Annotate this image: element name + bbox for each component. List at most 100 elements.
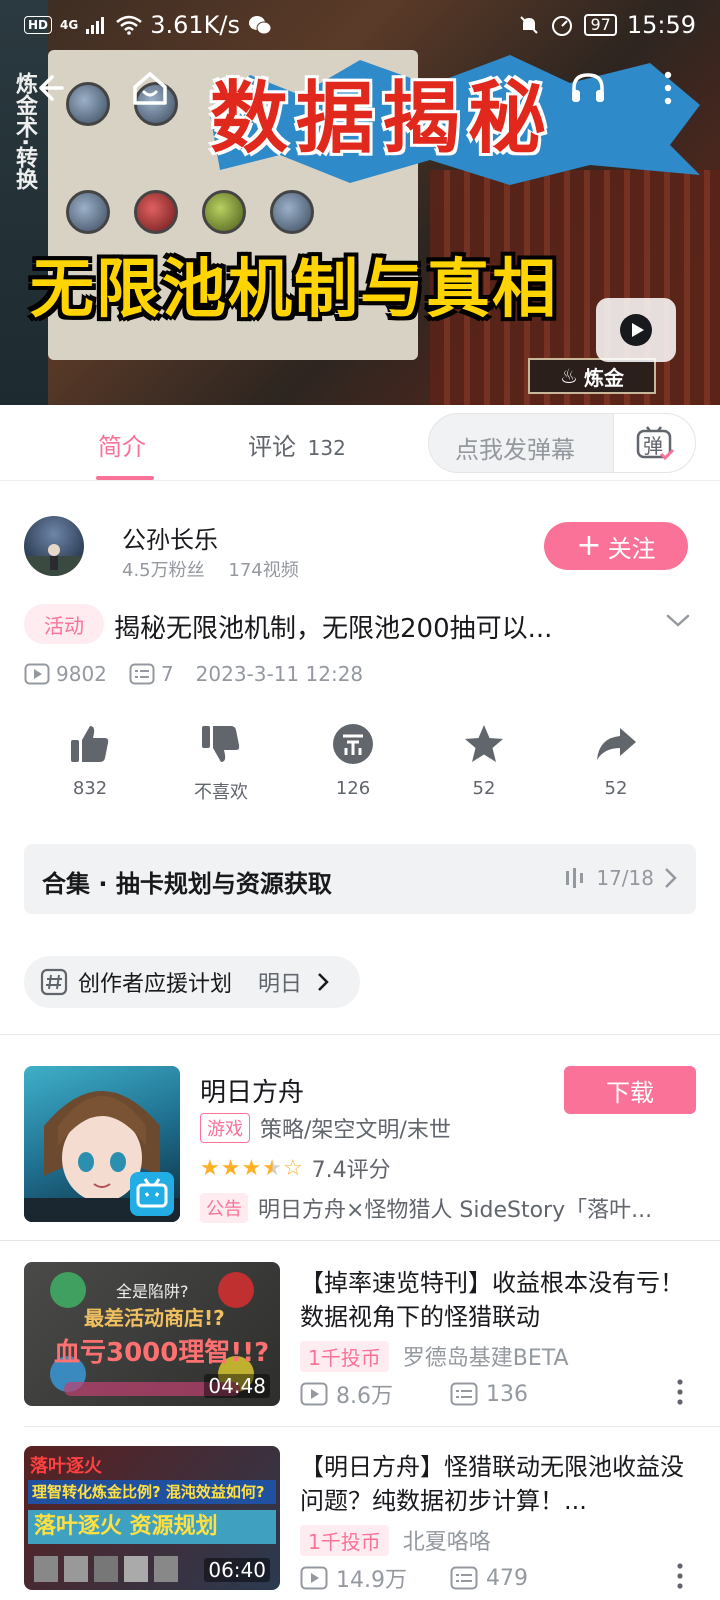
tab-intro[interactable]: 简介 — [98, 427, 146, 462]
home-icon[interactable] — [128, 66, 172, 110]
related-video-up: 罗德岛基建BETA — [402, 1346, 569, 1371]
download-button[interactable]: 下载 — [564, 1066, 696, 1114]
related-video-stats: 14.9万 479 — [300, 1562, 600, 1594]
game-rating-line: ★★★★☆ 7.4评分 — [200, 1152, 391, 1184]
play-count: 9802 — [56, 662, 107, 686]
play-button[interactable] — [596, 298, 676, 362]
danmaku-input[interactable]: 点我发弹幕 弹 — [428, 413, 696, 473]
activity-tag[interactable]: 活动 — [24, 604, 104, 644]
more-menu-icon[interactable] — [646, 66, 690, 110]
collection-bar[interactable]: 合集 · 抽卡规划与资源获取 17/18 — [24, 844, 696, 914]
follow-button[interactable]: + 关注 — [544, 522, 688, 570]
star-half-icon: ★ — [262, 1155, 283, 1181]
like-button[interactable]: 832 — [40, 722, 140, 799]
share-button[interactable]: 52 — [566, 722, 666, 799]
network-type: 4G — [60, 18, 79, 32]
mute-icon — [520, 16, 539, 34]
cover-alchemy-button: ♨ 炼金 — [528, 358, 656, 394]
danmaku-count-icon — [450, 1566, 478, 1590]
cover-item-slot — [202, 190, 246, 234]
speedometer-icon — [552, 16, 573, 36]
star-icon — [465, 725, 503, 762]
tab-comments-count: 132 — [307, 436, 346, 460]
back-arrow-icon[interactable] — [32, 66, 76, 110]
hd-badge: HD — [24, 16, 53, 34]
network-speed: 3.61K/s — [150, 11, 240, 39]
game-notice: 明日方舟×怪物猎人 SideStory「落叶... — [258, 1198, 653, 1223]
coin-button[interactable]: 126 — [303, 722, 403, 799]
related-video-stats: 8.6万 136 — [300, 1378, 600, 1410]
cover-item-slot — [66, 190, 110, 234]
thumb-line2: 理智转化炼金比例? 混沌效益如何? — [28, 1480, 276, 1504]
cover-side-strip: 炼金术·转换 — [0, 0, 48, 405]
related-video-up-line: 1千投币 罗德岛基建BETA — [300, 1340, 569, 1372]
star-icon: ★ — [200, 1155, 221, 1181]
cover-item-slot — [134, 190, 178, 234]
headphones-icon[interactable] — [566, 66, 610, 110]
thumb-line3: 血亏3000理智!!? — [54, 1338, 270, 1368]
game-cover[interactable] — [24, 1066, 180, 1222]
coin-icon — [333, 724, 373, 764]
danmaku-count: 7 — [160, 662, 174, 686]
related-play-count: 14.9万 — [336, 1568, 407, 1593]
favorite-button[interactable]: 52 — [434, 722, 534, 799]
game-category-tag: 游戏 — [200, 1113, 250, 1143]
game-rating: 7.4评分 — [311, 1158, 391, 1183]
star-icon: ★ — [241, 1155, 263, 1181]
related-video-up: 北夏咯咯 — [402, 1530, 491, 1555]
collection-title: 合集 · 抽卡规划与资源获取 — [42, 870, 332, 898]
follow-label: 关注 — [607, 534, 656, 563]
share-icon — [597, 728, 636, 760]
bilibili-tv-icon — [130, 1172, 174, 1216]
dislike-button[interactable]: 不喜欢 — [171, 722, 271, 804]
related-video-up-line: 1千投币 北夏咯咯 — [300, 1524, 491, 1556]
related-danmaku-count: 479 — [486, 1565, 528, 1591]
like-count: 832 — [72, 778, 108, 799]
related-video-title[interactable]: 【掉率速览特刊】收益根本没有亏！数据视角下的怪猎联动 — [300, 1266, 700, 1334]
video-player[interactable]: 炼金术·转换 数据揭秘 无限池机制与真相 ♨ 炼金 HD 4G 3.61K/s … — [0, 0, 720, 405]
tab-comments-label: 评论 — [248, 433, 296, 461]
tab-comments[interactable]: 评论 132 — [248, 427, 346, 462]
thumb-line2: 最差活动商店!? — [84, 1306, 225, 1330]
related-danmaku-count: 136 — [486, 1381, 528, 1407]
cover-item-slot — [270, 190, 314, 234]
detail-tabs: 简介 评论 132 点我发弹幕 弹 — [0, 405, 720, 481]
avatar[interactable] — [24, 516, 84, 576]
topic-chip[interactable]: 创作者应援计划 明日 — [24, 956, 360, 1008]
video-duration: 04:48 — [204, 1374, 270, 1398]
game-name[interactable]: 明日方舟 — [200, 1072, 304, 1109]
action-bar: 832 不喜欢 126 52 52 — [0, 722, 720, 810]
thumbs-up-icon — [71, 726, 109, 762]
related-video-title[interactable]: 【明日方舟】怪猎联动无限池收益没问题？纯数据初步计算！... — [300, 1450, 700, 1518]
cover-alchemy-label: 炼金 — [583, 365, 624, 390]
chevron-right-icon — [665, 868, 677, 888]
danmaku-toggle-label: 弹 — [643, 434, 663, 458]
danmaku-toggle-button[interactable]: 弹 — [613, 414, 695, 472]
favorite-count: 52 — [472, 778, 496, 799]
publish-date: 2023-3-11 12:28 — [195, 662, 364, 686]
thumb-line3: 落叶逐火 资源规划 — [28, 1510, 276, 1544]
tab-active-underline — [96, 476, 154, 480]
related-thumbnail[interactable]: 全是陷阱? 最差活动商店!? 血亏3000理智!!? 04:48 — [24, 1262, 280, 1406]
uploader-name[interactable]: 公孙长乐 — [122, 520, 218, 555]
coin-count: 126 — [335, 778, 371, 799]
more-options-icon[interactable] — [672, 1561, 688, 1591]
danmaku-placeholder: 点我发弹幕 — [455, 436, 575, 464]
status-bar: HD 4G 3.61K/s 97 15:59 — [0, 0, 720, 50]
game-notice-line[interactable]: 公告 明日方舟×怪物猎人 SideStory「落叶... — [200, 1192, 652, 1224]
rating-stars: ★★★★☆ — [200, 1156, 304, 1181]
video-title[interactable]: 揭秘无限池机制，无限池200抽可以... — [114, 608, 552, 645]
topic-next-text: 明日 — [258, 972, 303, 997]
cover-title-top: 数据揭秘 — [210, 73, 555, 164]
coin-badge: 1千投币 — [300, 1524, 389, 1556]
more-options-icon[interactable] — [672, 1377, 688, 1407]
section-divider — [0, 1034, 720, 1035]
uploader-fans: 4.5万粉丝 — [122, 560, 205, 581]
play-count-icon — [300, 1566, 328, 1590]
section-divider — [24, 1426, 720, 1427]
related-thumbnail[interactable]: 落叶逐火 理智转化炼金比例? 混沌效益如何? 落叶逐火 资源规划 06:40 — [24, 1446, 280, 1590]
dislike-label: 不喜欢 — [194, 782, 248, 803]
thumbs-down-icon — [202, 726, 240, 762]
collection-progress-group: 17/18 — [564, 866, 678, 890]
chevron-down-icon[interactable] — [664, 606, 692, 634]
